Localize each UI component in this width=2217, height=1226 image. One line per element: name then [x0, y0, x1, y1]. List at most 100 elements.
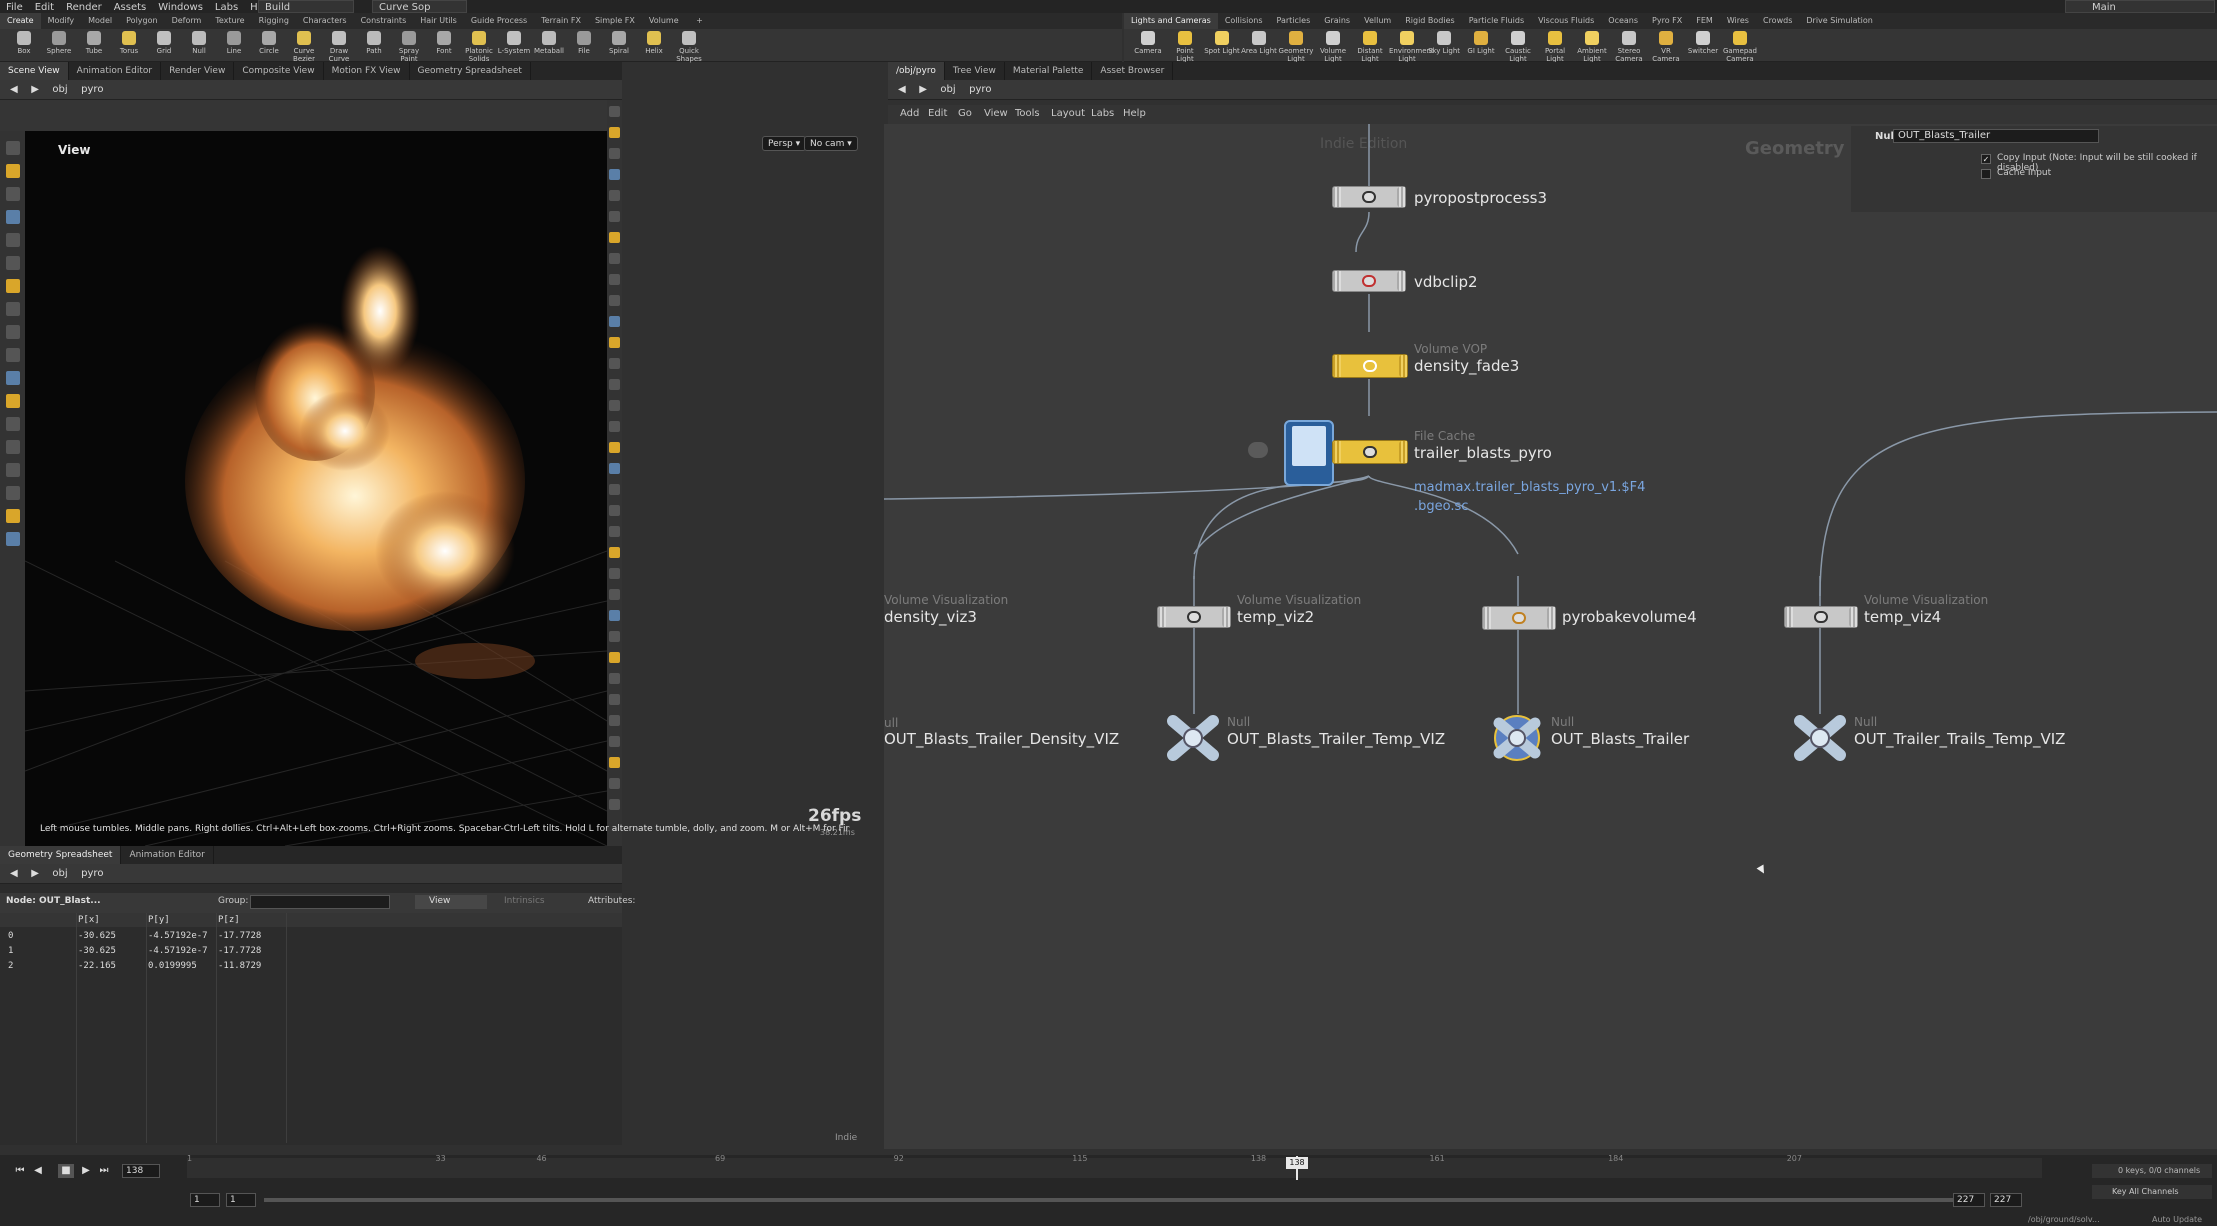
node-temp-viz4[interactable] — [1784, 606, 1858, 628]
tool-strip-icon[interactable] — [609, 715, 620, 726]
shelf-tool-gamepad-camera[interactable]: Gamepad Camera — [1722, 31, 1758, 63]
shelf-tool-file[interactable]: File — [566, 31, 602, 55]
add-shelf-tab-icon[interactable]: + — [689, 13, 710, 29]
shelf-tool-spot-light[interactable]: Spot Light — [1204, 31, 1240, 55]
tool-strip-icon[interactable] — [6, 233, 20, 247]
shelf-tab[interactable]: Particles — [1270, 13, 1318, 29]
tool-strip-icon[interactable] — [609, 421, 620, 432]
net-menu-help[interactable]: Help — [1123, 108, 1146, 119]
bypass-indicator-icon[interactable] — [1248, 442, 1268, 458]
tool-strip-icon[interactable] — [609, 190, 620, 201]
start-frame-field-2[interactable]: 1 — [226, 1193, 256, 1207]
shelf-tool-sky-light[interactable]: Sky Light — [1426, 31, 1462, 55]
scene-viewport[interactable] — [25, 131, 607, 846]
tool-strip-icon[interactable] — [609, 505, 620, 516]
shelf-tool-line[interactable]: Line — [216, 31, 252, 55]
tool-strip-icon[interactable] — [6, 371, 20, 385]
back-arrow-icon[interactable]: ◀ — [10, 80, 18, 100]
tool-strip-icon[interactable] — [6, 141, 20, 155]
copy-input-checkbox[interactable]: ✓ — [1981, 154, 1991, 164]
tool-strip-icon[interactable] — [6, 187, 20, 201]
shelf-tool-metaball[interactable]: Metaball — [531, 31, 567, 55]
camera-menu-button[interactable]: No cam ▾ — [804, 136, 858, 151]
tool-strip-icon[interactable] — [609, 274, 620, 285]
node-pyrobakevolume4[interactable] — [1482, 606, 1556, 630]
column-header[interactable]: P[z] — [218, 913, 240, 927]
range-slider[interactable] — [264, 1198, 1954, 1202]
net-menu-add[interactable]: Add — [900, 108, 919, 119]
path-pyro[interactable]: pyro — [81, 80, 103, 100]
view-dropdown[interactable]: View — [415, 895, 487, 909]
cache-path-link[interactable]: .bgeo.sc — [1414, 499, 1468, 514]
shelf-tab[interactable]: Grains — [1317, 13, 1357, 29]
shelf-tool-geometry-light[interactable]: Geometry Light — [1278, 31, 1314, 63]
tool-strip-icon[interactable] — [609, 316, 620, 327]
shelf-tab[interactable]: Simple FX — [588, 13, 642, 29]
intrinsics-dropdown[interactable]: Intrinsics — [504, 896, 545, 906]
tab-motion-fx-view[interactable]: Motion FX View — [324, 62, 410, 80]
shelf-tool-ambient-light[interactable]: Ambient Light — [1574, 31, 1610, 63]
shelf-tool-area-light[interactable]: Area Light — [1241, 31, 1277, 55]
tool-strip-icon[interactable] — [609, 106, 620, 117]
tool-strip-icon[interactable] — [609, 400, 620, 411]
net-menu-view[interactable]: View — [984, 108, 1008, 119]
column-header[interactable]: P[x] — [78, 913, 100, 927]
shelf-tool-sphere[interactable]: Sphere — [41, 31, 77, 55]
jump-start-icon[interactable]: ⏮ — [12, 1164, 28, 1178]
tab-geometry-spreadsheet[interactable]: Geometry Spreadsheet — [0, 846, 122, 864]
tool-strip-icon[interactable] — [609, 652, 620, 663]
tool-strip-icon[interactable] — [609, 253, 620, 264]
forward-arrow-icon[interactable]: ▶ — [919, 80, 927, 100]
tab-scene-view[interactable]: Scene View — [0, 62, 69, 80]
tool-strip-icon[interactable] — [609, 127, 620, 138]
shelf-tab[interactable]: Drive Simulation — [1799, 13, 1879, 29]
tool-strip-icon[interactable] — [6, 164, 20, 178]
tool-strip-icon[interactable] — [609, 568, 620, 579]
tab-tree-view[interactable]: Tree View — [945, 62, 1005, 80]
param-node-name-field[interactable]: OUT_Blasts_Trailer — [1893, 129, 2099, 143]
tool-strip-icon[interactable] — [609, 463, 620, 474]
shelf-tool-curve-bezier[interactable]: Curve Bezier — [286, 31, 322, 63]
shelf-tab[interactable]: Rigging — [252, 13, 296, 29]
tool-strip-icon[interactable] — [609, 610, 620, 621]
back-arrow-icon[interactable]: ◀ — [10, 864, 18, 884]
node-pyropostprocess3[interactable] — [1332, 186, 1406, 208]
tool-strip-icon[interactable] — [609, 547, 620, 558]
timeline-ruler[interactable] — [187, 1158, 2042, 1178]
tool-strip-icon[interactable] — [609, 148, 620, 159]
tool-strip-icon[interactable] — [6, 348, 20, 362]
current-frame-field[interactable]: 138 — [122, 1164, 160, 1178]
shelf-tab[interactable]: Rigid Bodies — [1398, 13, 1461, 29]
tool-strip-icon[interactable] — [6, 417, 20, 431]
tab-geometry-spreadsheet[interactable]: Geometry Spreadsheet — [410, 62, 531, 80]
path-pyro[interactable]: pyro — [969, 80, 991, 100]
tool-strip-icon[interactable] — [609, 211, 620, 222]
cache-path-link[interactable]: madmax.trailer_blasts_pyro_v1.$F4 — [1414, 480, 1645, 495]
tool-strip-icon[interactable] — [609, 232, 620, 243]
tab-animation-editor[interactable]: Animation Editor — [121, 846, 214, 864]
shelf-tab[interactable]: Volume — [642, 13, 686, 29]
shelf-tab[interactable]: Oceans — [1601, 13, 1645, 29]
shelf-tool-null[interactable]: Null — [181, 31, 217, 55]
tool-strip-icon[interactable] — [6, 509, 20, 523]
back-arrow-icon[interactable]: ◀ — [898, 80, 906, 100]
tool-strip-icon[interactable] — [609, 295, 620, 306]
tool-strip-icon[interactable] — [609, 799, 620, 810]
shelf-tab[interactable]: Guide Process — [464, 13, 534, 29]
shelf-tool-distant-light[interactable]: Distant Light — [1352, 31, 1388, 63]
context-select[interactable]: Curve Sop — [372, 0, 467, 13]
node-temp-viz2[interactable] — [1157, 606, 1231, 628]
node-vdbclip2[interactable] — [1332, 270, 1406, 292]
shelf-tab[interactable]: Vellum — [1357, 13, 1398, 29]
path-obj[interactable]: obj — [940, 80, 955, 100]
tab-composite-view[interactable]: Composite View — [234, 62, 324, 80]
tool-strip-icon[interactable] — [6, 440, 20, 454]
shelf-tool-stereo-camera[interactable]: Stereo Camera — [1611, 31, 1647, 63]
shelf-tool-platonic-solids[interactable]: Platonic Solids — [461, 31, 497, 63]
tool-strip-icon[interactable] — [6, 486, 20, 500]
tool-strip-icon[interactable] — [609, 358, 620, 369]
tool-strip-icon[interactable] — [6, 256, 20, 270]
tool-strip-icon[interactable] — [6, 325, 20, 339]
shelf-tool-camera[interactable]: Camera — [1130, 31, 1166, 55]
shelf-tab[interactable]: Constraints — [354, 13, 414, 29]
